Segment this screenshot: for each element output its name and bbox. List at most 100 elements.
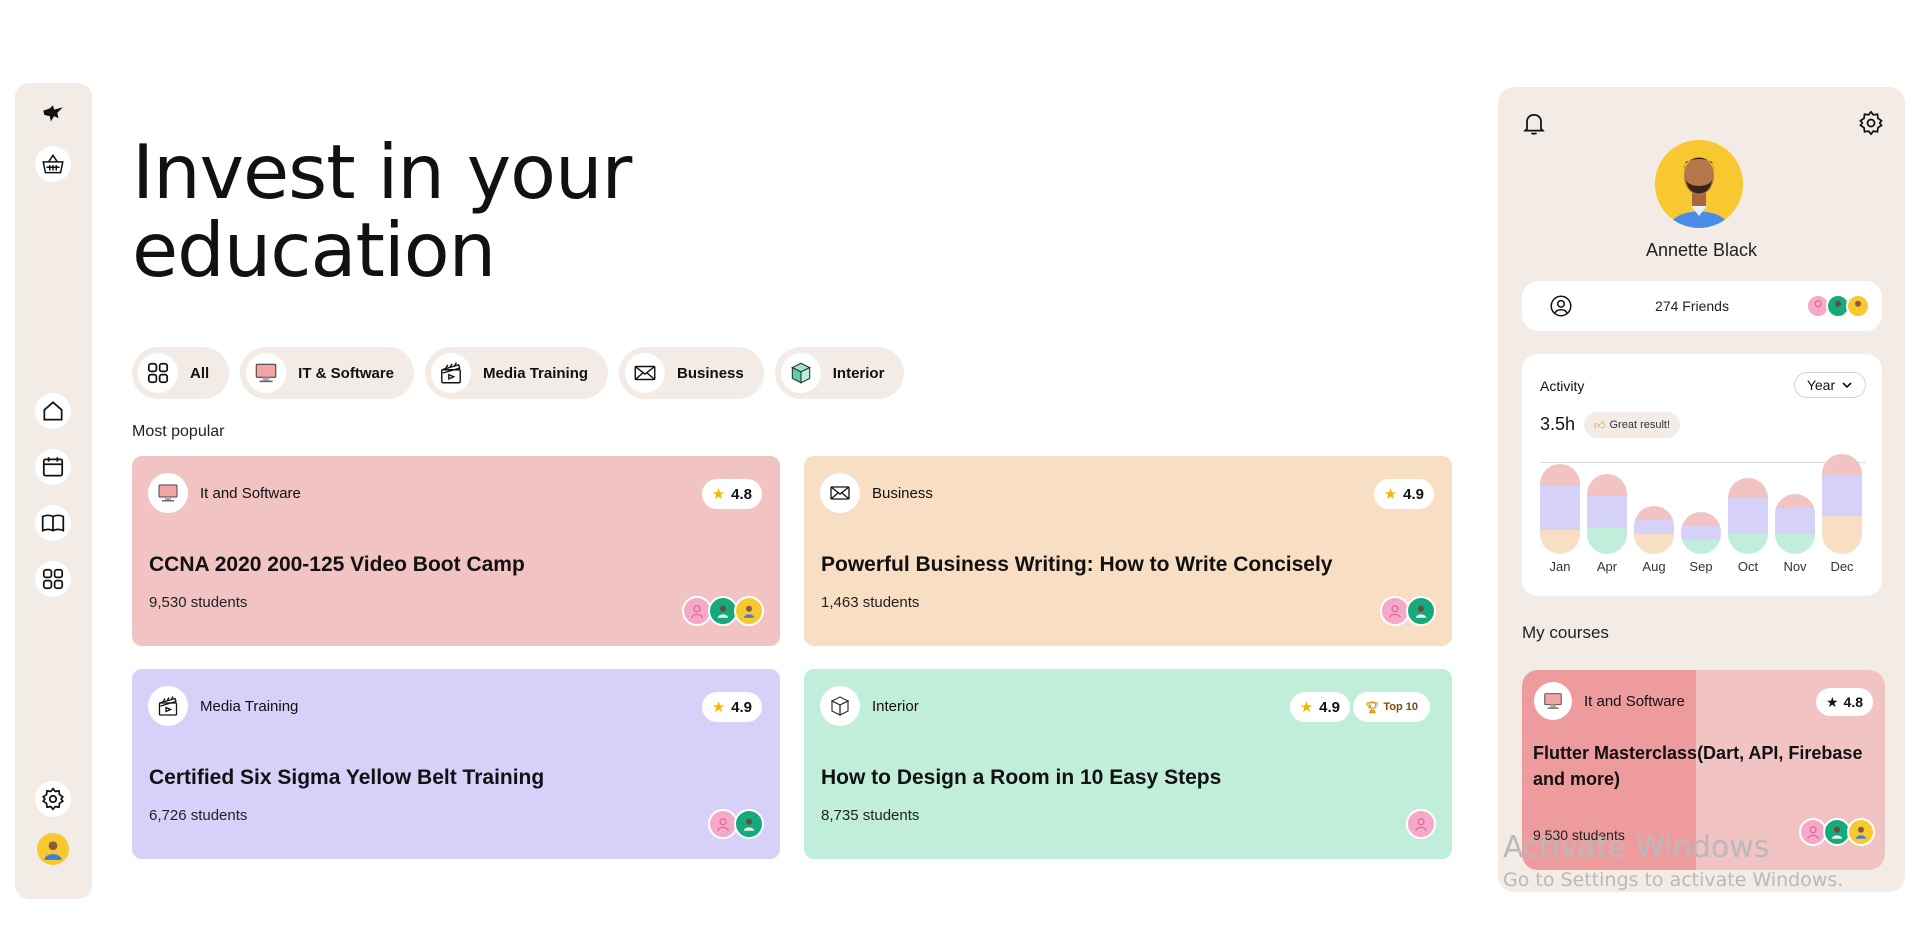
- activity-bar-segment: [1681, 526, 1721, 540]
- tab-all[interactable]: All: [132, 347, 230, 399]
- envelope-icon: [625, 353, 666, 393]
- activity-bar-segment: [1822, 516, 1862, 554]
- clapperboard-icon: [431, 353, 472, 393]
- activity-bar-segment: [1540, 464, 1580, 486]
- course-card[interactable]: It and Software ★ 4.8 CCNA 2020 200-125 …: [132, 456, 780, 646]
- course-category: Interior: [820, 686, 919, 726]
- monitor-icon: [1534, 682, 1572, 720]
- rating-badge: ★ 4.8: [1815, 688, 1873, 716]
- envelope-icon: [820, 473, 860, 513]
- course-category-label: It and Software: [200, 484, 301, 502]
- settings-icon[interactable]: [35, 781, 71, 817]
- monitor-icon: [148, 473, 188, 513]
- course-category-label: It and Software: [1584, 692, 1685, 710]
- course-category-label: Media Training: [200, 697, 299, 715]
- activity-bar-dec: [1822, 454, 1862, 554]
- student-avatars: [1406, 809, 1436, 839]
- watermark-line-1: Activate Windows: [1503, 830, 1770, 865]
- star-icon: ★: [1383, 486, 1398, 503]
- activity-bar-segment: [1728, 478, 1768, 498]
- friends-count: 274 Friends: [1655, 298, 1729, 314]
- clapperboard-icon: [148, 686, 188, 726]
- activity-bar-label: Apr: [1596, 559, 1618, 574]
- activity-bar-segment: [1822, 454, 1862, 476]
- course-category-label: Interior: [872, 697, 919, 715]
- course-title: Flutter Masterclass(Dart, API, Firebase …: [1533, 743, 1863, 789]
- activity-bar-segment: [1775, 494, 1815, 508]
- activity-bar-segment: [1540, 530, 1580, 554]
- course-category: Media Training: [148, 686, 298, 726]
- activity-bar-segment: [1634, 534, 1674, 554]
- star-icon: ★: [711, 699, 726, 716]
- period-value: Year: [1806, 377, 1836, 393]
- activity-bar-segment: [1728, 534, 1768, 554]
- star-icon: ★: [1825, 693, 1839, 710]
- grid-icon: [138, 353, 178, 393]
- rating-value: 4.8: [1843, 694, 1863, 710]
- activity-bar-segment: [1634, 506, 1674, 520]
- rating-value: 4.8: [731, 485, 752, 503]
- student-avatars: [708, 809, 764, 839]
- user-avatar[interactable]: [37, 833, 69, 865]
- top10-label: Top 10: [1383, 701, 1418, 713]
- activity-bar-label: Sep: [1689, 559, 1713, 574]
- cube-icon: [780, 353, 821, 393]
- bird-logo-icon[interactable]: [35, 97, 71, 133]
- profile-avatar[interactable]: [1655, 140, 1743, 228]
- activity-bar-label: Dec: [1830, 559, 1854, 574]
- activity-bar-segment: [1587, 528, 1627, 554]
- star-icon: ★: [711, 486, 726, 503]
- grid-icon[interactable]: [35, 561, 71, 597]
- period-select[interactable]: Year: [1794, 372, 1866, 398]
- top10-badge: 🏆︎ Top 10: [1353, 692, 1430, 722]
- calendar-icon[interactable]: [35, 449, 71, 485]
- activity-bar-segment: [1728, 498, 1768, 534]
- activity-bar-segment: [1540, 486, 1580, 530]
- book-icon[interactable]: [35, 505, 71, 541]
- cube-icon: [820, 686, 860, 726]
- rating-badge: ★ 4.9: [1289, 692, 1350, 722]
- activity-bar-nov: [1775, 494, 1815, 554]
- tab-label: IT & Software: [298, 364, 395, 382]
- friend-avatars: [1806, 294, 1870, 318]
- activity-bar-segment: [1681, 540, 1721, 554]
- tab-it-software[interactable]: IT & Software: [240, 347, 415, 399]
- activity-bar-segment: [1775, 534, 1815, 554]
- course-card[interactable]: Interior ★ 4.9 🏆︎ Top 10 How to Design a…: [804, 669, 1452, 859]
- course-title: Powerful Business Writing: How to Write …: [821, 553, 1333, 576]
- activity-bar-segment: [1775, 508, 1815, 534]
- course-card[interactable]: Business ★ 4.9 Powerful Business Writing…: [804, 456, 1452, 646]
- tab-business[interactable]: Business: [619, 347, 764, 399]
- activity-bar-segment: [1822, 476, 1862, 516]
- rating-badge: ★ 4.8: [701, 479, 762, 509]
- avatar: [734, 596, 764, 626]
- thumbs-up-icon: 👍︎: [1594, 419, 1606, 432]
- course-card[interactable]: Media Training ★ 4.9 Certified Six Sigma…: [132, 669, 780, 859]
- activity-bar-apr: [1587, 474, 1627, 554]
- activity-card: Activity Year 3.5h 👍︎ Great result! Jan A…: [1522, 354, 1882, 596]
- rating-value: 4.9: [731, 698, 752, 716]
- friends-bar[interactable]: 274 Friends: [1522, 281, 1882, 331]
- course-category: It and Software: [148, 473, 301, 513]
- home-icon[interactable]: [35, 393, 71, 429]
- avatar: [1406, 596, 1436, 626]
- course-category-label: Business: [872, 484, 933, 502]
- basket-icon[interactable]: [35, 146, 71, 182]
- page-title-line-2: education: [132, 206, 496, 294]
- course-title: CCNA 2020 200-125 Video Boot Camp: [149, 553, 525, 576]
- chart-baseline: [1540, 462, 1866, 463]
- settings-icon[interactable]: [1857, 109, 1885, 137]
- rating-badge: ★ 4.9: [1373, 479, 1434, 509]
- page-title-line-1: Invest in your: [132, 128, 632, 216]
- tab-media-training[interactable]: Media Training: [425, 347, 609, 399]
- course-students: 9,530 students: [149, 594, 248, 611]
- tab-label: Media Training: [483, 364, 589, 382]
- course-title: How to Design a Room in 10 Easy Steps: [821, 766, 1222, 789]
- tab-interior[interactable]: Interior: [774, 347, 905, 399]
- activity-bar-segment: [1587, 474, 1627, 496]
- bell-icon[interactable]: [1520, 109, 1548, 137]
- rating-value: 4.9: [1403, 485, 1424, 503]
- activity-hours: 3.5h: [1540, 414, 1576, 434]
- avatar: [1406, 809, 1436, 839]
- activity-bar-label: Aug: [1642, 559, 1666, 574]
